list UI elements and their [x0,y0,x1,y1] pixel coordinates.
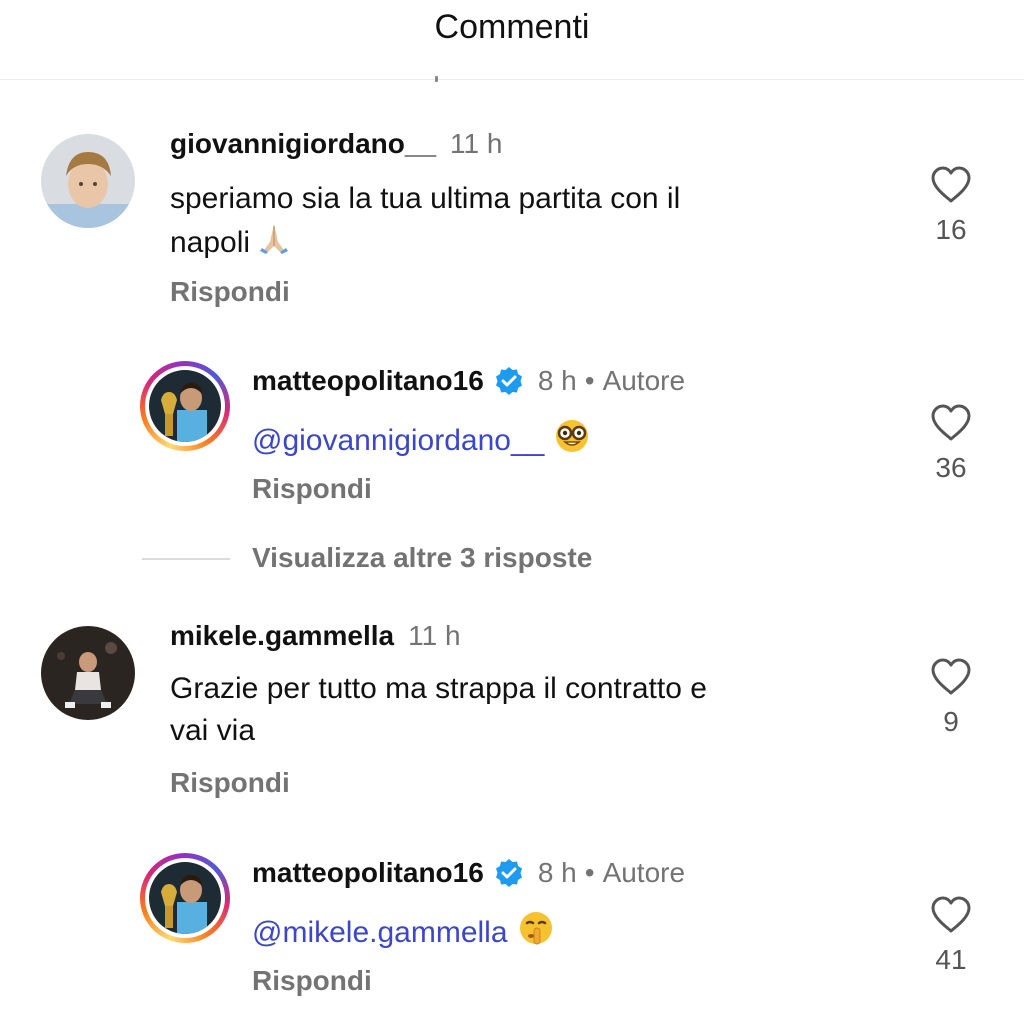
comments-header: Commenti [0,0,1024,82]
like-count: 41 [935,944,967,975]
comment-header: mikele.gammella 11 h [170,620,461,652]
praying-hands-emoji [256,220,292,268]
reply-header: matteopolitano16 8 h • Autore [252,857,685,889]
separator: • [584,857,595,888]
reply-time: 8 h [537,365,577,396]
nerd-face-emoji [554,418,590,466]
verified-badge-icon [494,858,524,888]
view-more-replies-button[interactable]: Visualizza altre 3 risposte [252,542,592,574]
heart-outline-icon [931,658,971,695]
reply-button[interactable]: Rispondi [252,965,372,997]
comment-username[interactable]: giovannigiordano__ [170,128,436,160]
heart-outline-icon [931,404,971,441]
verified-badge-icon [494,366,524,396]
reply-header: matteopolitano16 8 h • Autore [252,365,685,397]
reply-button[interactable]: Rispondi [170,767,290,799]
heart-outline-icon [931,896,971,933]
like-button[interactable]: 36 [921,404,981,484]
story-avatar[interactable] [140,853,230,943]
comment-header: giovannigiordano__ 11 h [170,128,502,160]
avatar[interactable] [41,134,135,228]
reply-button[interactable]: Rispondi [252,473,372,505]
reply-username[interactable]: matteopolitano16 [252,365,484,397]
like-button[interactable]: 16 [921,166,981,246]
comment-username[interactable]: mikele.gammella [170,620,394,652]
like-button[interactable]: 41 [921,896,981,976]
like-count: 16 [935,214,967,245]
separator: • [584,365,595,396]
drag-handle[interactable] [435,76,438,82]
reply-text: @mikele.gammella [252,910,554,958]
reply-text: @giovannigiordano__ [252,418,590,466]
comment-time: 11 h [450,128,503,159]
like-count: 36 [935,452,967,483]
comment-text: Grazie per tutto ma strappa il contratto… [170,672,707,747]
divider [142,558,230,560]
author-label: Autore [602,857,686,888]
avatar[interactable] [41,626,135,720]
comment-time: 11 h [408,620,461,651]
mention-link[interactable]: @mikele.gammella [252,916,508,949]
reply-username[interactable]: matteopolitano16 [252,857,484,889]
story-avatar[interactable] [140,361,230,451]
comment-text: speriamo sia la tua ultima partita con i… [170,178,890,268]
like-button[interactable]: 9 [921,658,981,738]
page-title: Commenti [434,8,590,46]
reply-button[interactable]: Rispondi [170,276,290,308]
like-count: 9 [943,706,959,737]
reply-time: 8 h [537,857,577,888]
author-label: Autore [602,365,686,396]
heart-outline-icon [931,166,971,203]
shushing-face-emoji [518,910,554,958]
mention-link[interactable]: @giovannigiordano__ [252,424,544,457]
